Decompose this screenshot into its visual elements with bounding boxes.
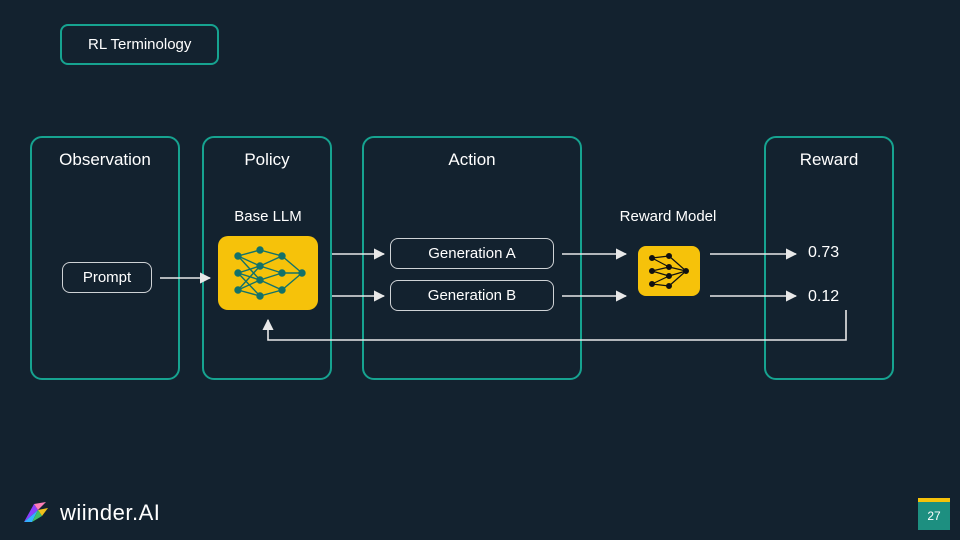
brand-name: wiinder.AI (60, 500, 160, 526)
panel-observation-title: Observation (32, 150, 178, 170)
reward-model-icon (638, 246, 700, 296)
reward-value-a: 0.73 (808, 244, 839, 262)
neural-net-icon (218, 236, 318, 310)
generation-b-label: Generation B (428, 287, 516, 304)
generation-a-box: Generation A (390, 238, 554, 269)
generation-b-box: Generation B (390, 280, 554, 311)
title-tag-label: RL Terminology (88, 36, 191, 53)
base-llm-icon (218, 236, 318, 310)
page-number: 27 (927, 509, 940, 523)
base-llm-label: Base LLM (218, 208, 318, 225)
page-number-box: 27 (918, 498, 950, 530)
brand-logo: wiinder.AI (18, 498, 160, 528)
reward-net-icon (638, 246, 700, 296)
prompt-label: Prompt (83, 269, 131, 286)
hummingbird-icon (18, 498, 52, 528)
prompt-box: Prompt (62, 262, 152, 293)
reward-model-label: Reward Model (608, 208, 728, 225)
panel-action-title: Action (364, 150, 580, 170)
panel-reward-title: Reward (766, 150, 892, 170)
panel-observation: Observation (30, 136, 180, 380)
title-tag: RL Terminology (60, 24, 219, 65)
reward-value-b: 0.12 (808, 288, 839, 306)
panel-policy-title: Policy (204, 150, 330, 170)
generation-a-label: Generation A (428, 245, 516, 262)
